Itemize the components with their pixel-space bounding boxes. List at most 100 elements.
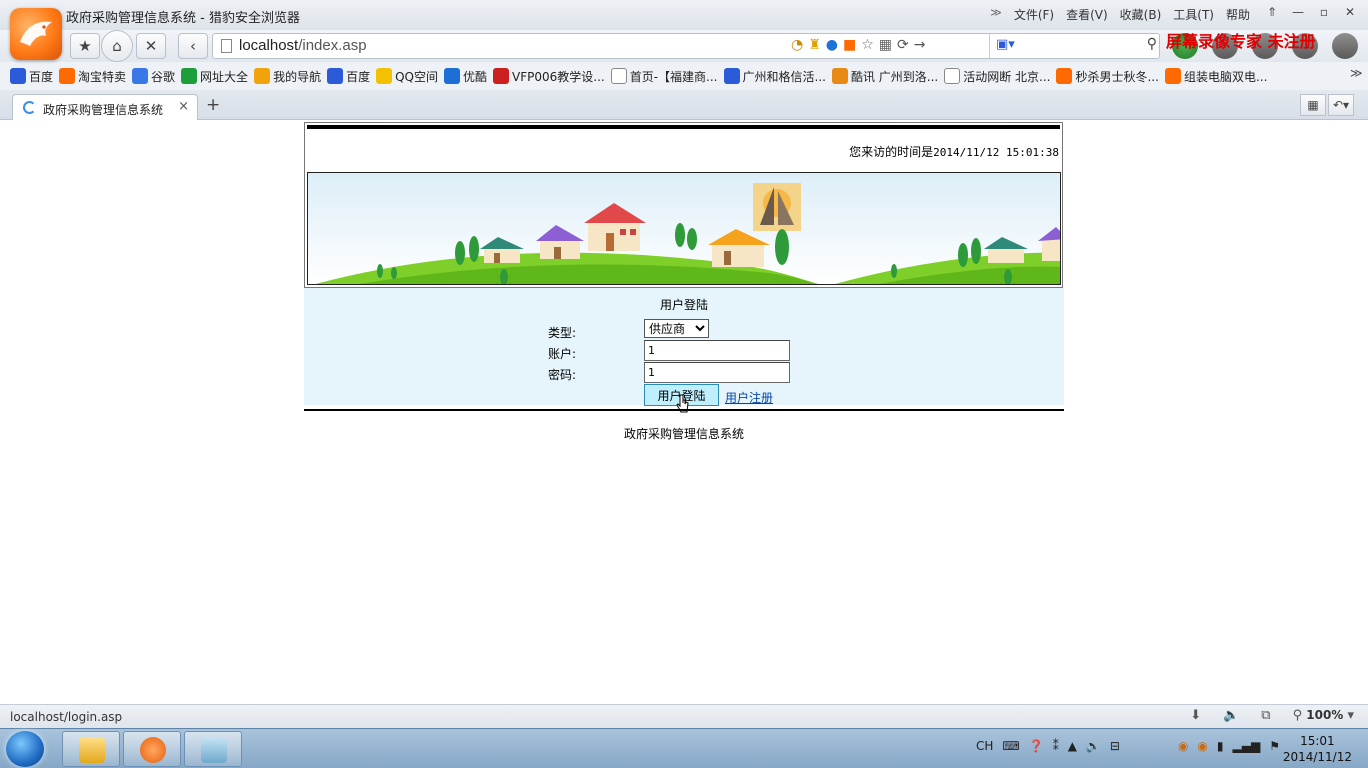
header-top-rule	[307, 125, 1060, 129]
banner-image	[307, 172, 1061, 285]
address-host: localhost	[239, 37, 299, 54]
taobao-icon	[59, 68, 76, 84]
usb-icon[interactable]: ▮	[1217, 739, 1224, 753]
volume-icon[interactable]: 🔈	[1223, 708, 1239, 723]
bookmark-item[interactable]: 百度	[327, 68, 370, 85]
visit-time-label: 您来访的时间是	[849, 145, 934, 159]
bookmark-item[interactable]: 活动网断 北京...	[944, 68, 1050, 85]
baidu-paw-icon	[723, 68, 740, 84]
bookmark-label: 优酷	[463, 69, 488, 84]
bookmark-item[interactable]: 网址大全	[181, 68, 248, 85]
bookmark-item[interactable]: 秒杀男士秋冬...	[1056, 68, 1159, 85]
taobao-icon	[1164, 68, 1181, 84]
bookmark-item[interactable]: 广州和格信活...	[723, 68, 826, 85]
user-type-select[interactable]: 供应商	[644, 319, 709, 338]
more-menu-icon[interactable]	[1332, 33, 1358, 59]
bookmark-item[interactable]: 首页-【福建商...	[610, 68, 718, 85]
tab-tools: ▦ ↶▾	[1300, 94, 1354, 116]
tray-expand-icon[interactable]: ▲	[1068, 739, 1077, 753]
skin-icon[interactable]: ⇑	[1260, 3, 1284, 21]
address-text[interactable]: localhost/index.asp	[239, 37, 367, 54]
favorite-star-button[interactable]: ★	[70, 33, 100, 59]
bookmark-label: 百度	[29, 69, 54, 84]
visit-time-value: 2014/11/12 15:01:38	[933, 146, 1059, 159]
ime-options-icon[interactable]: ⁑	[1053, 739, 1059, 753]
bookmarks-overflow-icon[interactable]: ≫	[1350, 66, 1363, 80]
taobao-quick-icon[interactable]: ■	[843, 37, 856, 53]
ime-indicator[interactable]: CH	[976, 739, 993, 753]
minimize-button[interactable]: —	[1286, 3, 1310, 21]
acceleration-icon[interactable]: ♜	[808, 37, 821, 53]
menu-view[interactable]: 查看(V)	[1066, 6, 1108, 23]
help-icon[interactable]: ❓	[1029, 739, 1044, 753]
status-tools: ⬇ 🔈 ⧉ ⚲ 100% ▾	[1190, 708, 1354, 723]
bookmark-item[interactable]: 优酷	[444, 68, 487, 85]
bookmark-star-icon[interactable]: ☆	[861, 37, 874, 53]
password-input[interactable]	[644, 362, 790, 383]
tab-active[interactable]: 政府采购管理信息系统 ×	[12, 94, 198, 120]
menu-file[interactable]: 文件(F)	[1014, 6, 1054, 23]
stop-button[interactable]: ✕	[136, 33, 166, 59]
window-title: 政府采购管理信息系统 - 猎豹安全浏览器	[66, 11, 300, 26]
bookmark-item[interactable]: 谷歌	[132, 68, 175, 85]
bookmark-label: 组装电脑双电...	[1183, 69, 1268, 84]
tab-grid-icon[interactable]: ▦	[1300, 94, 1326, 116]
search-engine-baidu-icon[interactable]: ▣▾	[996, 37, 1015, 52]
keyboard-icon[interactable]: ⌨	[1002, 739, 1019, 753]
status-url: localhost/login.asp	[10, 710, 123, 724]
flag-icon[interactable]: ⚑	[1269, 739, 1280, 753]
back-button[interactable]: ‹	[178, 33, 208, 59]
taskbar-notepad[interactable]	[184, 731, 242, 767]
tray-app-icon-1[interactable]: ◉	[1178, 739, 1188, 753]
search-box[interactable]: ▣▾ ⚲	[989, 34, 1161, 58]
tray-app-icon-2[interactable]: ◉	[1197, 739, 1207, 753]
menu-collapse-icon[interactable]: ≫	[990, 6, 1002, 23]
cheetah-browser-icon	[140, 737, 166, 763]
security-shield-icon[interactable]: ●	[826, 37, 838, 53]
zoom-level: 100%	[1306, 708, 1344, 722]
start-button[interactable]	[6, 731, 44, 767]
download-icon[interactable]: ⬇	[1190, 708, 1201, 723]
restore-button[interactable]: ▫	[1312, 3, 1336, 21]
bookmark-label: VFP006教学设...	[512, 69, 605, 84]
bookmark-item[interactable]: QQ空间	[376, 68, 438, 85]
bookmark-item[interactable]: 淘宝特卖	[59, 68, 126, 85]
bookmark-label: 秒杀男士秋冬...	[1075, 69, 1159, 84]
header-box: 您来访的时间是2014/11/12 15:01:38	[304, 122, 1063, 288]
footer-text: 政府采购管理信息系统	[623, 427, 744, 441]
taskbar-cheetah-browser[interactable]	[123, 731, 181, 767]
new-tab-button[interactable]: +	[206, 95, 220, 115]
bookmark-item[interactable]: 组装电脑双电...	[1164, 68, 1268, 85]
clock[interactable]: 15:01 2014/11/12	[1283, 733, 1352, 765]
google-icon	[132, 68, 149, 84]
speaker-icon[interactable]: 🔊	[1086, 739, 1101, 753]
undo-close-tab-icon[interactable]: ↶▾	[1328, 94, 1354, 116]
network-icon[interactable]: ⊟	[1110, 739, 1120, 753]
footer-divider	[304, 409, 1064, 411]
bookmark-item[interactable]: VFP006教学设...	[493, 68, 605, 85]
cheetah-browser-logo-icon[interactable]	[10, 8, 62, 60]
signal-icon[interactable]: ▂▄▆	[1233, 739, 1261, 753]
qr-dropdown-icon[interactable]: ▦	[879, 37, 892, 53]
speed-dial-icon[interactable]: ◔	[791, 37, 803, 53]
bookmark-item[interactable]: 酷讯 广州到洛...	[831, 68, 938, 85]
menu-help[interactable]: 帮助	[1226, 6, 1250, 23]
address-bar[interactable]: localhost/index.asp ◔ ♜ ● ■ ☆ ▦ ⟳ → ▣▾ ⚲	[212, 33, 1160, 59]
forward-icon[interactable]: →	[914, 37, 926, 53]
bookmark-item[interactable]: 百度	[10, 68, 53, 85]
refresh-icon[interactable]: ⟳	[897, 37, 909, 53]
zoom-control[interactable]: ⚲ 100% ▾	[1293, 708, 1354, 723]
taskbar-explorer[interactable]	[62, 731, 120, 767]
menu-tools[interactable]: 工具(T)	[1173, 6, 1214, 23]
bookmark-item[interactable]: 我的导航	[254, 68, 321, 85]
type-label: 类型:	[548, 326, 577, 340]
close-button[interactable]: ✕	[1338, 3, 1362, 21]
home-button[interactable]: ⌂	[101, 30, 133, 62]
window-restore-icon[interactable]: ⧉	[1261, 708, 1270, 723]
search-icon[interactable]: ⚲	[1147, 36, 1157, 52]
menu-favorites[interactable]: 收藏(B)	[1120, 6, 1162, 23]
system-tray: CH ⌨ ❓ ⁑ ▲ 🔊 ⊟ ◉ ◉ ▮ ▂▄▆ ⚑	[976, 739, 1280, 753]
account-input[interactable]	[644, 340, 790, 361]
tab-close-icon[interactable]: ×	[178, 99, 189, 114]
register-link[interactable]: 用户注册	[725, 389, 773, 406]
